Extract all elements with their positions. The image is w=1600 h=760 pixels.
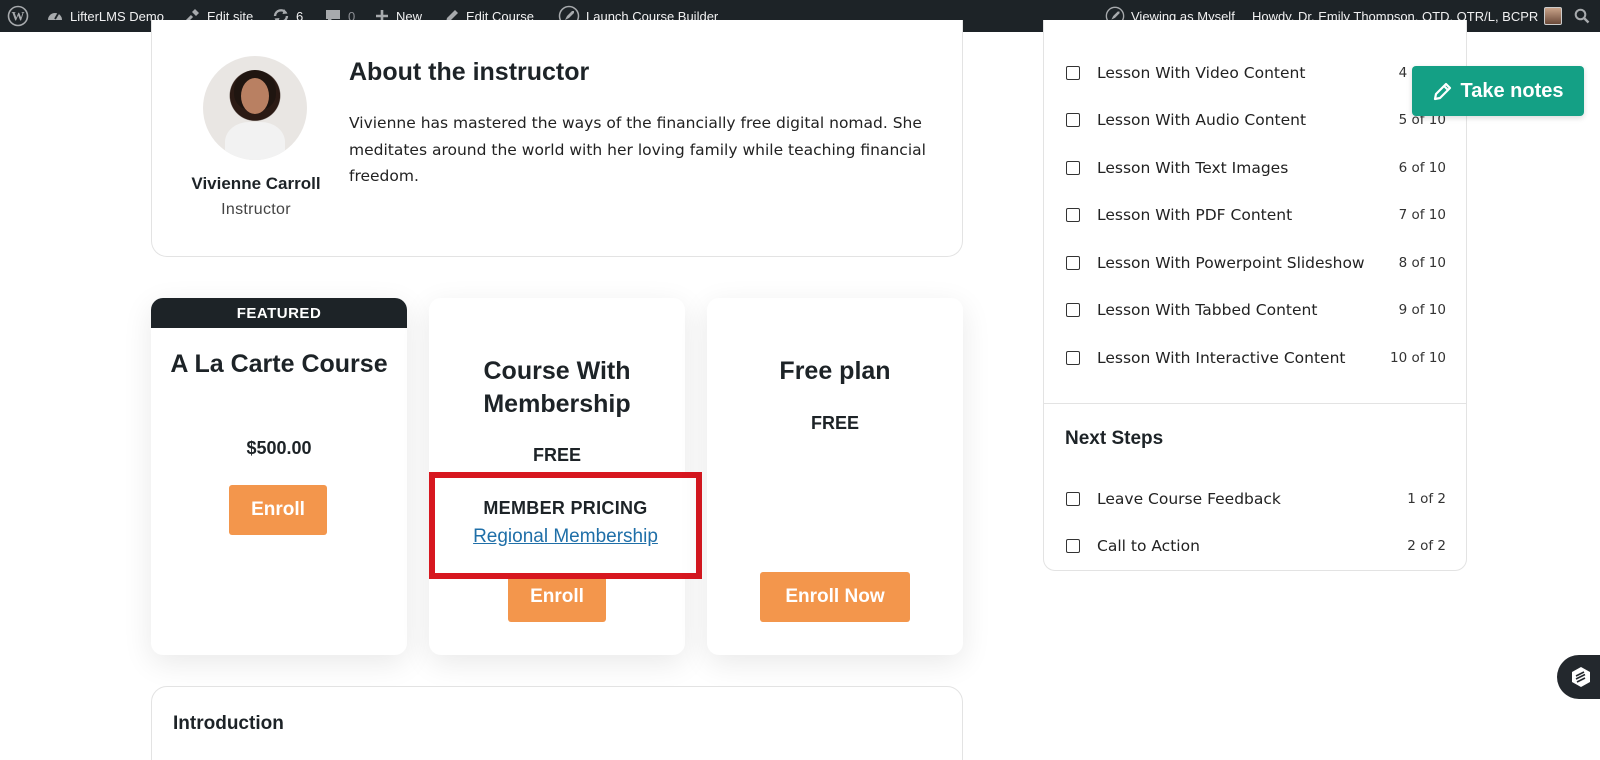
lesson-item[interactable]: Lesson With Audio Content 5 of 10 — [1066, 107, 1446, 133]
next-step-checkbox[interactable] — [1066, 492, 1080, 506]
plan-price: $500.00 — [246, 438, 312, 458]
enroll-now-button[interactable]: Enroll Now — [760, 572, 910, 622]
instructor-bio: Vivienne has mastered the ways of the fi… — [349, 114, 926, 185]
next-step-count: 2 of 2 — [1407, 538, 1446, 554]
next-step-item[interactable]: Call to Action 2 of 2 — [1066, 533, 1446, 559]
lesson-count: 7 of 10 — [1398, 207, 1446, 223]
introduction-card: Introduction — [151, 686, 963, 760]
lesson-checkbox[interactable] — [1066, 303, 1080, 317]
lesson-title: Lesson With PDF Content — [1097, 206, 1293, 224]
next-step-title: Call to Action — [1097, 537, 1200, 555]
lesson-checkbox[interactable] — [1066, 256, 1080, 270]
member-pricing-highlight: MEMBER PRICING Regional Membership — [429, 472, 702, 579]
member-pricing-label: MEMBER PRICING — [483, 498, 648, 518]
take-notes-button[interactable]: Take notes — [1412, 66, 1584, 116]
enroll-button[interactable]: Enroll — [508, 572, 606, 622]
plan-card-a-la-carte: FEATURED A La Carte Course $500.00 Enrol… — [151, 298, 407, 655]
lesson-count: 9 of 10 — [1398, 302, 1446, 318]
floating-widget-button[interactable] — [1557, 655, 1600, 699]
enroll-button[interactable]: Enroll — [229, 485, 327, 535]
lesson-count: 8 of 10 — [1398, 255, 1446, 271]
featured-badge: FEATURED — [151, 298, 407, 328]
widget-icon — [1572, 667, 1590, 687]
wordpress-menu[interactable]: W — [7, 0, 29, 32]
plan-card-free: Free plan FREE Enroll Now — [707, 298, 963, 655]
plan-title: A La Carte Course — [170, 350, 388, 378]
lesson-checkbox[interactable] — [1066, 161, 1080, 175]
section-divider — [1043, 403, 1467, 404]
next-step-item[interactable]: Leave Course Feedback 1 of 2 — [1066, 486, 1446, 512]
lesson-title: Lesson With Interactive Content — [1097, 349, 1346, 367]
avatar-face — [241, 78, 269, 114]
lesson-checkbox[interactable] — [1066, 208, 1080, 222]
lesson-item[interactable]: Lesson With Text Images 6 of 10 — [1066, 155, 1446, 181]
lesson-checkbox[interactable] — [1066, 351, 1080, 365]
instructor-role: Instructor — [221, 201, 291, 218]
lesson-item[interactable]: Lesson With Interactive Content 10 of 10 — [1066, 345, 1446, 371]
next-steps-title: Next Steps — [1065, 428, 1164, 449]
plan-title: Course With Membership — [483, 357, 631, 418]
dashboard-icon — [48, 12, 62, 20]
regional-membership-link[interactable]: Regional Membership — [435, 526, 696, 548]
lesson-title: Lesson With Text Images — [1097, 159, 1289, 177]
lesson-title: Lesson With Audio Content — [1097, 111, 1307, 129]
lesson-checkbox[interactable] — [1066, 66, 1080, 80]
wordpress-icon: W — [7, 5, 29, 27]
next-step-count: 1 of 2 — [1407, 491, 1446, 507]
introduction-title: Introduction — [173, 713, 284, 734]
search-icon — [1574, 8, 1590, 24]
plan-title: Free plan — [779, 357, 891, 385]
site-name-link[interactable]: LifterLMS Demo — [46, 0, 164, 32]
lesson-count: 10 of 10 — [1390, 350, 1446, 366]
lesson-item[interactable]: Lesson With PDF Content 7 of 10 — [1066, 202, 1446, 228]
search-button[interactable] — [1574, 0, 1590, 32]
lesson-title: Lesson With Tabbed Content — [1097, 301, 1318, 319]
take-notes-label: Take notes — [1460, 79, 1564, 102]
notes-pencil-icon — [1433, 82, 1451, 101]
avatar-shirt — [225, 122, 285, 160]
lesson-checkbox[interactable] — [1066, 113, 1080, 127]
lesson-item[interactable]: Lesson With Powerpoint Slideshow 8 of 10 — [1066, 250, 1446, 276]
next-step-title: Leave Course Feedback — [1097, 490, 1281, 508]
lesson-count: 6 of 10 — [1398, 160, 1446, 176]
plan-price: FREE — [532, 445, 581, 465]
lesson-item[interactable]: Lesson With Video Content 4 of 10 — [1066, 60, 1446, 86]
next-step-checkbox[interactable] — [1066, 539, 1080, 553]
lesson-title: Lesson With Video Content — [1097, 64, 1306, 82]
site-name: LifterLMS Demo — [70, 8, 164, 24]
instructor-avatar — [203, 56, 307, 160]
lesson-title: Lesson With Powerpoint Slideshow — [1097, 254, 1365, 272]
user-avatar — [1544, 7, 1563, 25]
about-title: About the instructor — [349, 58, 590, 86]
lesson-item[interactable]: Lesson With Tabbed Content 9 of 10 — [1066, 297, 1446, 323]
svg-text:W: W — [12, 9, 25, 24]
plan-price: FREE — [810, 413, 859, 433]
instructor-name: Vivienne Carroll — [191, 174, 321, 193]
